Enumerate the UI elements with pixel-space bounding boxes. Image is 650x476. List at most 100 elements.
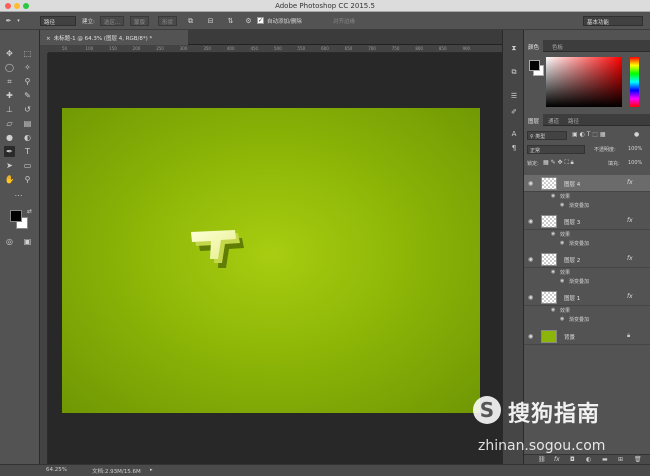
eye-icon[interactable]: ◉: [551, 193, 555, 199]
pen-tool-preset-icon[interactable]: ✒: [4, 17, 13, 25]
eye-icon[interactable]: ◉: [528, 333, 533, 340]
swap-colors-icon[interactable]: ⇄: [24, 206, 35, 217]
tab-channels[interactable]: 通道: [544, 114, 563, 126]
blend-mode-select[interactable]: 正常: [527, 145, 585, 154]
tab-swatches[interactable]: 色板: [548, 40, 567, 52]
brush-panel-icon[interactable]: ✐: [508, 108, 520, 118]
vertical-ruler[interactable]: [40, 53, 48, 464]
effects-icon[interactable]: fx: [627, 255, 633, 262]
lock-icon[interactable]: 🔒︎: [627, 332, 630, 340]
gradient-overlay-row[interactable]: ◉ 渐变叠加: [524, 201, 650, 210]
align-edges-label[interactable]: 对齐边缘: [333, 17, 355, 25]
eye-icon[interactable]: ◉: [560, 278, 564, 284]
quick-mask-icon[interactable]: ◎: [4, 236, 15, 247]
crop-tool-icon[interactable]: ⌗: [4, 76, 15, 87]
path-arrangement-icon[interactable]: ⇅: [226, 17, 235, 25]
screen-mode-icon[interactable]: ▣: [22, 236, 33, 247]
picker-foreground-swatch[interactable]: [529, 60, 540, 71]
magic-wand-tool-icon[interactable]: ✧: [22, 62, 33, 73]
filter-icons[interactable]: ▣ ◐ T ⬚ ▦: [572, 131, 606, 138]
gradient-overlay-row[interactable]: ◉ 渐变叠加: [524, 277, 650, 286]
eye-icon[interactable]: ◉: [528, 180, 533, 187]
gradient-overlay-row[interactable]: ◉ 渐变叠加: [524, 239, 650, 248]
horizontal-ruler[interactable]: 50 100 150 200 250 300 350 400 450 500 550 600 650 70…: [48, 45, 502, 53]
gear-icon[interactable]: ⚙: [244, 17, 253, 25]
marquee-tool-icon[interactable]: ⬚: [22, 48, 33, 59]
eye-icon[interactable]: ◉: [560, 202, 564, 208]
workspace-select[interactable]: 基本功能: [583, 16, 643, 26]
close-document-icon[interactable]: ×: [46, 36, 51, 42]
layer-effects-row[interactable]: ◉ 效果: [524, 230, 650, 239]
history-brush-tool-icon[interactable]: ↺: [22, 104, 33, 115]
layer-row-background[interactable]: ◉ 背景 🔒︎: [524, 328, 650, 345]
paragraph-panel-icon[interactable]: ¶: [508, 144, 520, 154]
eye-icon[interactable]: ◉: [528, 256, 533, 263]
zoom-tool-icon[interactable]: ⚲: [22, 174, 33, 185]
eye-icon[interactable]: ◉: [560, 316, 564, 322]
pen-tool-icon[interactable]: ✒: [4, 146, 15, 157]
adjustments-panel-icon[interactable]: ☰: [508, 92, 520, 102]
layer-row[interactable]: ◉ 图层 4 fx: [524, 175, 650, 192]
layer-row[interactable]: ◉ 图层 1 fx: [524, 289, 650, 306]
tab-layers[interactable]: 图层: [524, 114, 544, 126]
document-info[interactable]: 文档:2.93M/15.6M: [92, 467, 141, 475]
zoom-level[interactable]: 64.25%: [46, 467, 67, 473]
make-shape-button[interactable]: 形状: [158, 16, 178, 26]
shape-tool-icon[interactable]: ▭: [22, 160, 33, 171]
effects-label: 效果: [560, 232, 571, 238]
tool-mode-select[interactable]: 路径: [40, 16, 76, 26]
eraser-tool-icon[interactable]: ▱: [4, 118, 15, 129]
fill-value[interactable]: 100%: [628, 160, 642, 166]
layer-row[interactable]: ◉ 图层 2 fx: [524, 251, 650, 268]
ruler-origin[interactable]: [40, 45, 48, 53]
tab-color[interactable]: 颜色: [524, 40, 544, 52]
effects-icon[interactable]: fx: [627, 293, 633, 300]
hue-slider[interactable]: [630, 57, 639, 107]
path-alignment-icon[interactable]: ⊟: [206, 17, 215, 25]
lock-icons[interactable]: ▦ ✎ ✥ ⛶ 🔒︎: [543, 159, 574, 167]
eye-icon[interactable]: ◉: [560, 240, 564, 246]
layer-row[interactable]: ◉ 图层 3 fx: [524, 213, 650, 230]
opacity-value[interactable]: 100%: [628, 146, 642, 152]
layer-effects-row[interactable]: ◉ 效果: [524, 306, 650, 315]
hand-tool-icon[interactable]: ✋: [4, 174, 15, 185]
eye-icon[interactable]: ◉: [528, 218, 533, 225]
effects-icon[interactable]: fx: [627, 217, 633, 224]
color-spectrum-field[interactable]: [546, 57, 622, 107]
character-panel-icon[interactable]: A: [508, 130, 520, 140]
eyedropper-tool-icon[interactable]: ⚲: [22, 76, 33, 87]
properties-panel-icon[interactable]: ⧉: [508, 68, 520, 78]
more-tools-icon[interactable]: ⋯: [13, 190, 24, 201]
gradient-overlay-row[interactable]: ◉ 渐变叠加: [524, 315, 650, 324]
eye-icon[interactable]: ◉: [551, 307, 555, 313]
tab-paths[interactable]: 路径: [564, 114, 583, 126]
make-mask-button[interactable]: 蒙版: [130, 16, 150, 26]
gradient-tool-icon[interactable]: ▤: [22, 118, 33, 129]
eye-icon[interactable]: ◉: [528, 294, 533, 301]
make-selection-button[interactable]: 选区...: [100, 16, 125, 26]
filter-toggle-icon[interactable]: ●: [634, 131, 639, 138]
effects-icon[interactable]: fx: [627, 179, 633, 186]
dodge-tool-icon[interactable]: ◐: [22, 132, 33, 143]
auto-add-delete-checkbox[interactable]: ✓: [257, 17, 264, 24]
history-panel-icon[interactable]: ⧗: [508, 44, 520, 54]
foreground-color-swatch[interactable]: [10, 210, 22, 222]
canvas[interactable]: [62, 108, 480, 413]
move-tool-icon[interactable]: ✥: [4, 48, 15, 59]
healing-brush-tool-icon[interactable]: ✚: [4, 90, 15, 101]
document-tab[interactable]: × 未标题-1 @ 64.3% (图层 4, RGB/8*) *: [40, 30, 188, 45]
lasso-tool-icon[interactable]: ◯: [4, 62, 15, 73]
blur-tool-icon[interactable]: ●: [4, 132, 15, 143]
clone-stamp-tool-icon[interactable]: ⊥: [4, 104, 15, 115]
layer-effects-row[interactable]: ◉ 效果: [524, 192, 650, 201]
layer-kind-filter[interactable]: ⚲ 类型: [527, 131, 567, 140]
brush-tool-icon[interactable]: ✎: [22, 90, 33, 101]
path-selection-tool-icon[interactable]: ➤: [4, 160, 15, 171]
layer-effects-row[interactable]: ◉ 效果: [524, 268, 650, 277]
eye-icon[interactable]: ◉: [551, 231, 555, 237]
path-operations-icon[interactable]: ⧉: [186, 17, 195, 25]
status-menu-icon[interactable]: ▸: [150, 467, 153, 473]
eye-icon[interactable]: ◉: [551, 269, 555, 275]
type-tool-icon[interactable]: T: [22, 146, 33, 157]
chevron-down-icon[interactable]: ▾: [14, 17, 23, 25]
